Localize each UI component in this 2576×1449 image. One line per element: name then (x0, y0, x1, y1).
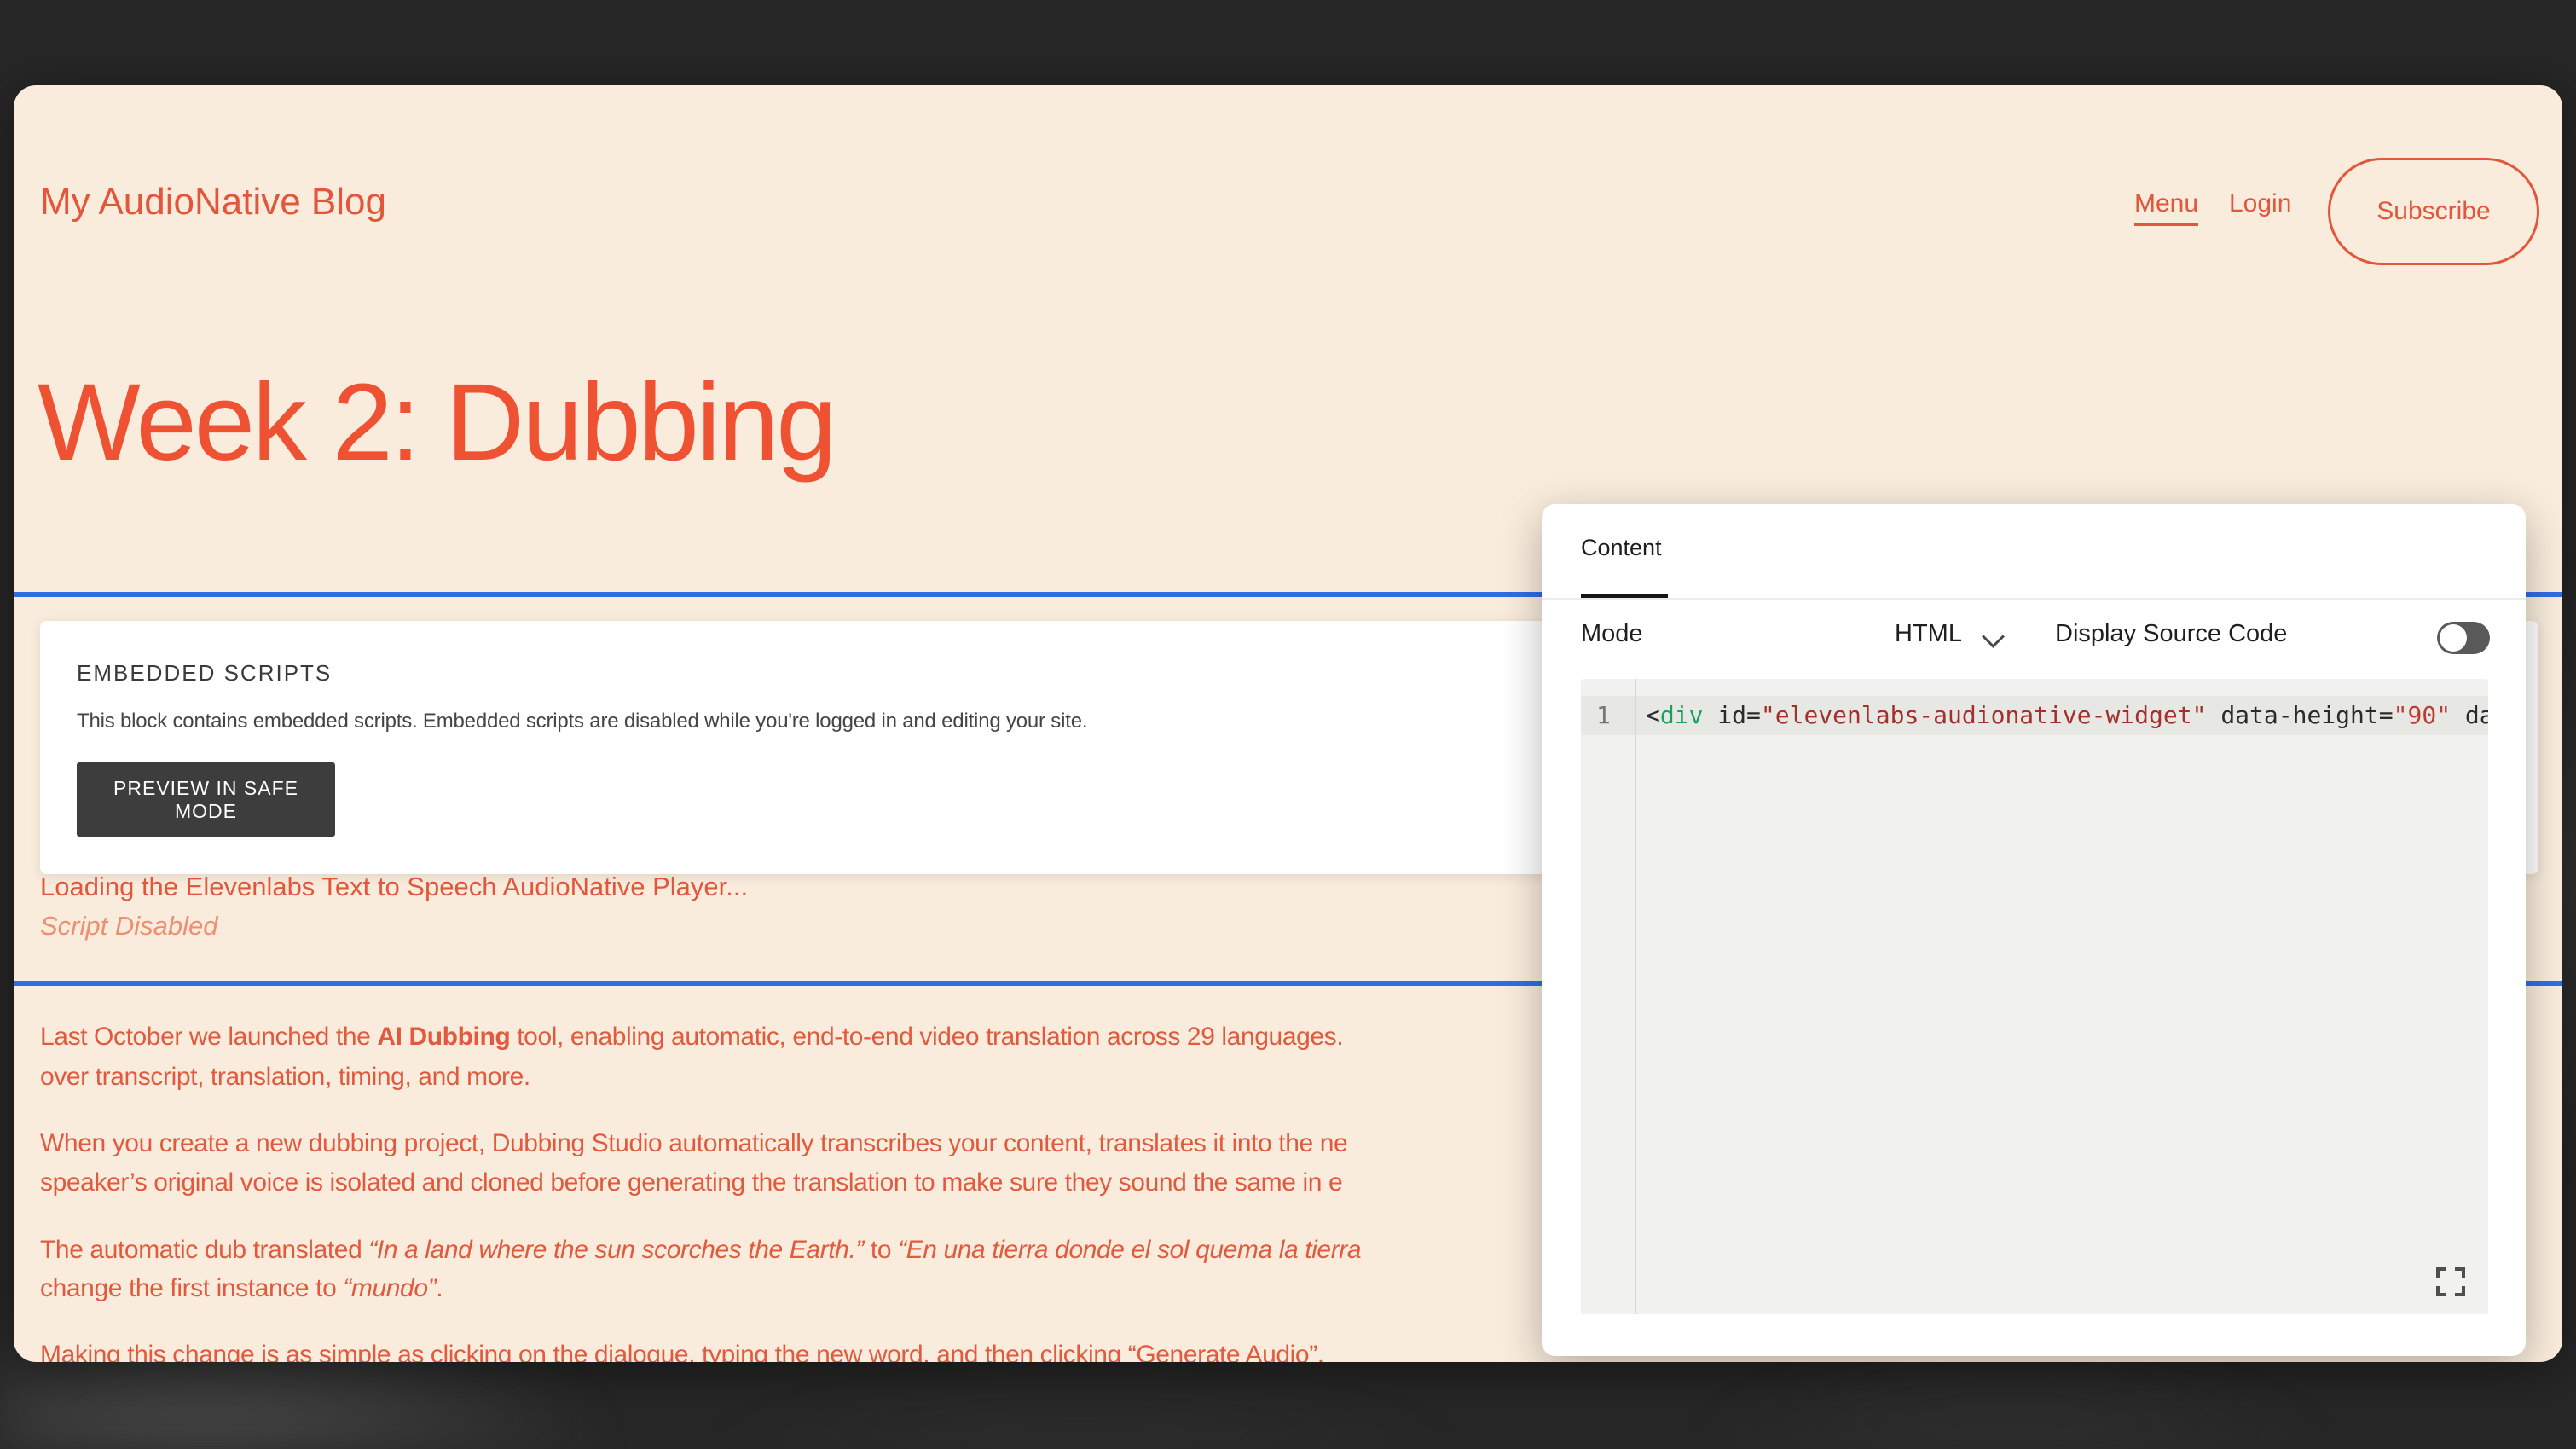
subscribe-button[interactable]: Subscribe (2328, 158, 2539, 265)
nav-login-link[interactable]: Login (2229, 189, 2291, 218)
display-source-code-label: Display Source Code (2055, 620, 2287, 648)
paragraph-segment: over transcript, translation, timing, an… (40, 1063, 530, 1091)
code-token-string: "elevenlabs-audionative-widget" (1761, 701, 2207, 729)
paragraph-line: over transcript, translation, timing, an… (40, 1060, 530, 1094)
paragraph-line: change the first instance to “mundo”. (40, 1272, 443, 1306)
code-token-plain: id= (1703, 701, 1760, 729)
paragraph-segment: change the first instance to (40, 1274, 343, 1302)
embedded-scripts-description: This block contains embedded scripts. Em… (77, 710, 1087, 733)
gutter-divider (1635, 679, 1636, 1314)
toggle-knob (2440, 624, 2467, 652)
display-source-code-toggle[interactable] (2437, 622, 2490, 654)
mode-label: Mode (1581, 620, 1643, 648)
paragraph-segment: “En una tierra donde el sol quema la tie… (898, 1236, 1361, 1264)
paragraph-segment: “In a land where the sun scorches the Ea… (368, 1236, 864, 1264)
code-token-plain: da (2451, 701, 2488, 729)
paragraph-segment: speaker’s original voice is isolated and… (40, 1168, 1342, 1197)
html-code-editor[interactable]: 1 <div id="elevenlabs-audionative-widget… (1581, 679, 2488, 1314)
line-number: 1 (1596, 696, 1611, 735)
paragraph-line: Last October we launched the AI Dubbing … (40, 1020, 1343, 1054)
site-preview-page: My AudioNative Blog Menu Login Subscribe… (14, 85, 2562, 1362)
embedded-scripts-heading: EMBEDDED SCRIPTS (77, 660, 332, 687)
paragraph-segment: tool, enabling automatic, end-to-end vid… (510, 1023, 1343, 1051)
paragraph-segment: The automatic dub translated (40, 1236, 368, 1264)
paragraph-segment: AI Dubbing (377, 1023, 510, 1051)
screen: My AudioNative Blog Menu Login Subscribe… (0, 0, 2576, 1449)
paragraph-line: Making this change is as simple as click… (40, 1338, 1324, 1362)
paragraph-segment: Last October we launched the (40, 1023, 377, 1051)
code-line: <div id="elevenlabs-audionative-widget" … (1646, 696, 2488, 735)
preview-safe-mode-button[interactable]: PREVIEW IN SAFE MODE (77, 762, 335, 837)
tab-content[interactable]: Content (1581, 535, 1662, 561)
nav-menu-link[interactable]: Menu (2134, 189, 2198, 226)
player-loading-text: Loading the Elevenlabs Text to Speech Au… (40, 872, 748, 902)
chevron-down-icon[interactable] (1982, 625, 2005, 648)
paragraph-line: The automatic dub translated “In a land … (40, 1233, 1361, 1267)
code-token-plain: data-height= (2206, 701, 2393, 729)
paragraph-segment: . (436, 1274, 443, 1302)
code-token-plain: < (1646, 701, 1660, 729)
paragraph-segment: to (864, 1236, 898, 1264)
content-panel: Content Mode HTML Display Source Code 1 … (1542, 504, 2526, 1356)
post-title: Week 2: Dubbing (38, 360, 835, 485)
paragraph-line: speaker’s original voice is isolated and… (40, 1166, 1342, 1200)
code-token-number: "90" (2394, 701, 2451, 729)
paragraph-segment: “mundo” (343, 1274, 436, 1302)
fullscreen-icon[interactable] (2435, 1266, 2466, 1297)
code-token-tag: div (1660, 701, 1704, 729)
blog-title: My AudioNative Blog (40, 181, 386, 223)
mode-dropdown[interactable]: HTML (1895, 620, 1962, 648)
paragraph-segment: When you create a new dubbing project, D… (40, 1129, 1347, 1157)
panel-divider (1542, 598, 2526, 600)
script-disabled-text: Script Disabled (40, 911, 217, 942)
paragraph-segment: Making this change is as simple as click… (40, 1341, 1324, 1362)
paragraph-line: When you create a new dubbing project, D… (40, 1127, 1347, 1161)
